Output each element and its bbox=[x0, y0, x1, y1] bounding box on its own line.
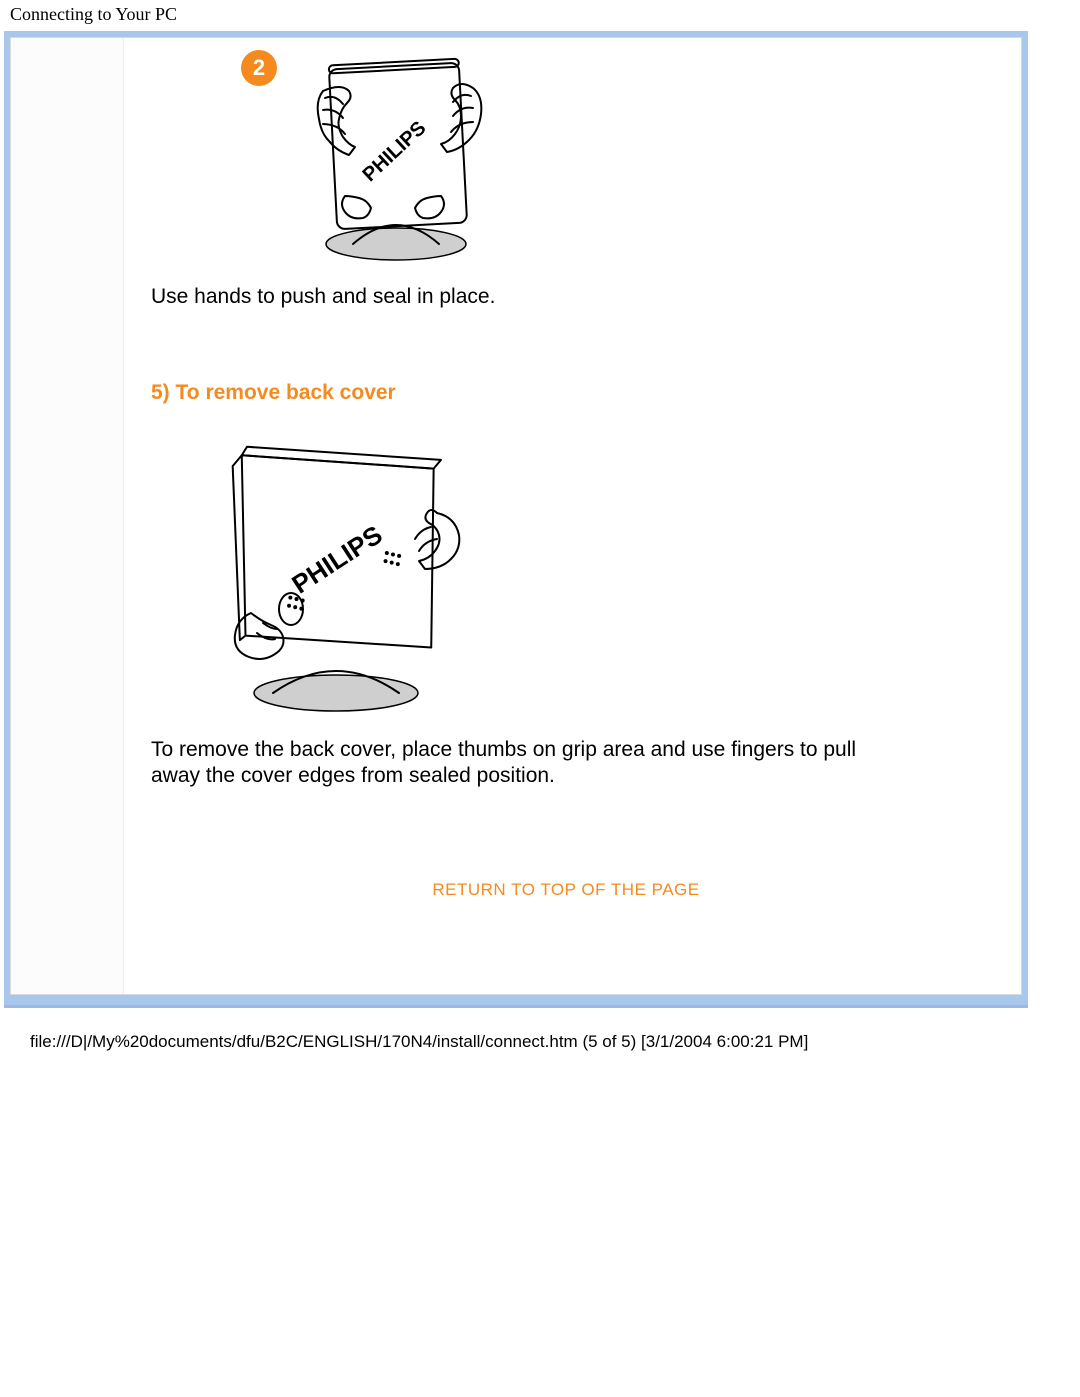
step-2-caption: Use hands to push and seal in place. bbox=[151, 284, 981, 310]
document-page: 2 PHILIPS bbox=[10, 37, 1022, 995]
left-margin-gutter bbox=[11, 38, 124, 994]
page-content: 2 PHILIPS bbox=[141, 38, 1021, 970]
footer-file-path: file:///D|/My%20documents/dfu/B2C/ENGLIS… bbox=[0, 1008, 1080, 1060]
section-5-description: To remove the back cover, place thumbs o… bbox=[151, 737, 891, 790]
brand-text-section5: PHILIPS bbox=[286, 519, 387, 599]
illustration-remove-cover: PHILIPS bbox=[191, 417, 491, 717]
page-header-title: Connecting to Your PC bbox=[0, 0, 1080, 31]
illustration-seal-cover: PHILIPS bbox=[283, 46, 513, 266]
step-2-badge: 2 bbox=[241, 50, 277, 86]
step-2-row: 2 PHILIPS bbox=[151, 46, 981, 266]
section-5-heading: 5) To remove back cover bbox=[151, 380, 981, 406]
document-frame: 2 PHILIPS bbox=[4, 31, 1028, 1008]
brand-text-step2: PHILIPS bbox=[358, 117, 430, 186]
return-to-top-link[interactable]: RETURN TO TOP OF THE PAGE bbox=[151, 879, 981, 900]
